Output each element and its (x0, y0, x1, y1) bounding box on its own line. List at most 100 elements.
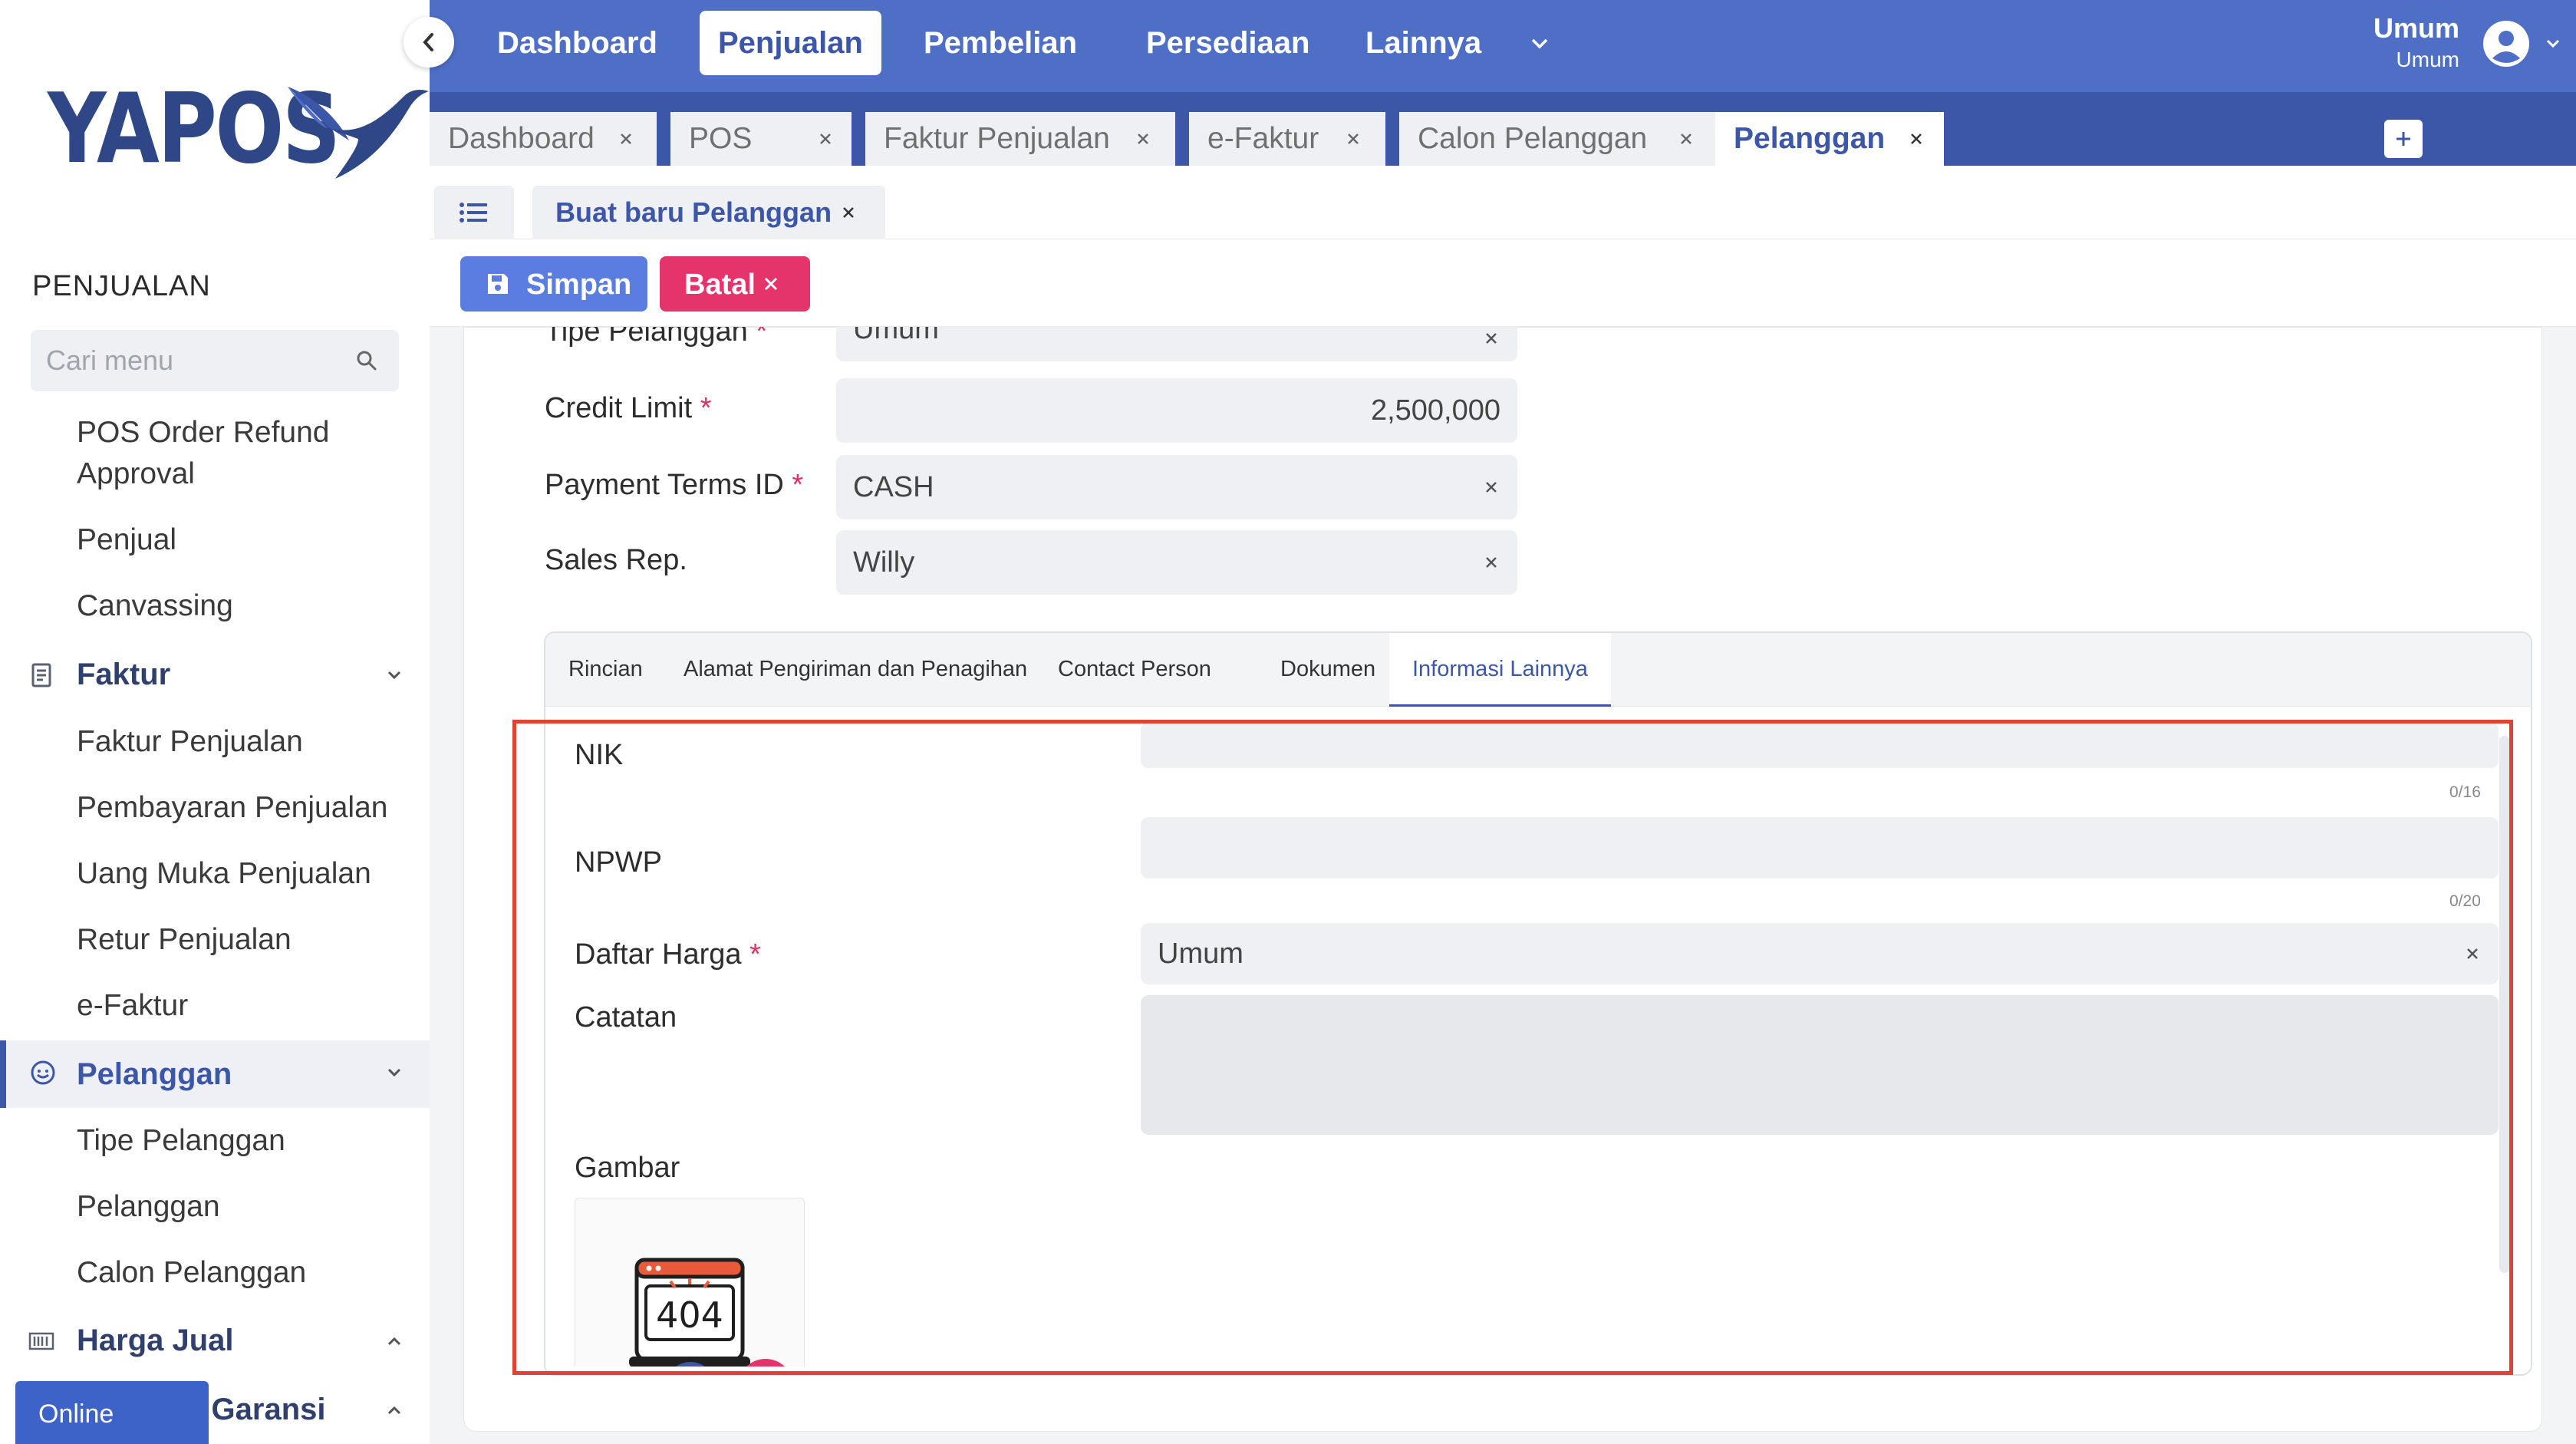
cancel-button[interactable]: Batal (660, 256, 810, 312)
sales-rep-value: Willy (853, 546, 915, 579)
nav-persediaan[interactable]: Persediaan (1128, 11, 1328, 75)
sidebar-collapse-button[interactable] (404, 17, 454, 68)
user-role: Umum (2396, 48, 2459, 71)
sidebar-item-calon-pelanggan[interactable]: Calon Pelanggan (77, 1252, 414, 1294)
close-icon[interactable] (1907, 130, 1925, 148)
nik-input[interactable] (1141, 722, 2499, 768)
tab-rincian[interactable]: Rincian (545, 633, 666, 707)
sidebar-item-e-faktur[interactable]: e-Faktur (77, 985, 414, 1027)
nav-pembelian[interactable]: Pembelian (905, 11, 1095, 75)
tab-dokumen[interactable]: Dokumen (1257, 633, 1398, 707)
payment-terms-value: CASH (853, 471, 934, 503)
tab-faktur-penjualan[interactable]: Faktur Penjualan (865, 112, 1175, 166)
sidebar-item-faktur-penjualan[interactable]: Faktur Penjualan (77, 721, 414, 763)
tab-buat-baru-pelanggan[interactable]: Buat baru Pelanggan (532, 186, 885, 239)
sidebar-group-label: Harga Jual (77, 1323, 234, 1357)
catatan-label: Catatan (575, 1001, 677, 1034)
nav-dashboard[interactable]: Dashboard (479, 11, 676, 75)
tab-contact-person[interactable]: Contact Person (1035, 633, 1234, 707)
credit-limit-label: Credit Limit * (545, 392, 712, 424)
detail-tabs-bar: Rincian Alamat Pengiriman dan Penagihan … (545, 633, 2531, 707)
nik-label: NIK (575, 739, 624, 771)
clear-icon[interactable] (2463, 945, 2482, 963)
tab-e-faktur[interactable]: e-Faktur (1189, 112, 1385, 166)
tab-label: Dashboard (448, 122, 595, 155)
sidebar-item-pelanggan[interactable]: Pelanggan (77, 1186, 414, 1228)
credit-limit-input[interactable]: 2,500,000 (836, 378, 1517, 443)
tipe-pelanggan-select[interactable]: Umum (836, 327, 1517, 361)
sidebar-group-faktur[interactable]: Faktur (0, 643, 430, 706)
clear-icon[interactable] (1482, 329, 1500, 348)
form-content: Tipe Pelanggan * Umum Credit Limit * 2,5… (430, 327, 2576, 1444)
tab-dashboard[interactable]: Dashboard (430, 112, 657, 166)
sidebar-group-pelanggan[interactable]: Pelanggan (0, 1040, 430, 1108)
sidebar-group-harga-jual[interactable]: Harga Jual (0, 1309, 430, 1372)
tab-alamat-pengiriman[interactable]: Alamat Pengiriman dan Penagihan (660, 633, 1050, 707)
tab-label: Calon Pelanggan (1418, 122, 1648, 155)
sidebar-item-tipe-pelanggan[interactable]: Tipe Pelanggan (77, 1120, 414, 1162)
search-icon[interactable] (354, 348, 379, 373)
npwp-label: NPWP (575, 846, 662, 879)
user-menu[interactable]: Umum Umum (2346, 0, 2576, 92)
receipt-icon (31, 663, 51, 687)
sidebar-item-canvassing[interactable]: Canvassing (77, 585, 414, 627)
image-upload[interactable]: 404 (575, 1198, 805, 1367)
clear-icon[interactable] (1482, 478, 1500, 496)
payment-terms-label: Payment Terms ID * (545, 469, 804, 501)
document-tabs: Dashboard POS Faktur Penjualan e-Faktur … (430, 92, 2576, 166)
list-view-button[interactable] (434, 186, 514, 239)
detail-tabs-container: Rincian Alamat Pengiriman dan Penagihan … (544, 631, 2532, 1376)
nav-lainnya[interactable]: Lainnya (1347, 11, 1500, 75)
barcode-icon (28, 1332, 54, 1350)
sales-rep-select[interactable]: Willy (836, 530, 1517, 595)
clear-icon[interactable] (1482, 553, 1500, 572)
chevron-down-icon (387, 1068, 401, 1077)
image-not-found-icon: 404 (629, 1258, 785, 1367)
sales-rep-label: Sales Rep. (545, 544, 687, 576)
sidebar-item-retur-penjualan[interactable]: Retur Penjualan (77, 919, 414, 961)
close-icon (764, 277, 778, 291)
cancel-label: Batal (684, 269, 756, 301)
catatan-textarea[interactable] (1141, 995, 2499, 1135)
close-icon[interactable] (1134, 130, 1152, 148)
save-label: Simpan (526, 269, 632, 301)
section-title: PENJUALAN (32, 270, 211, 302)
close-icon[interactable] (617, 130, 635, 148)
tab-label: e-Faktur (1207, 122, 1319, 155)
sidebar-item-pos-order-refund-approval[interactable]: POS Order Refund Approval (77, 412, 414, 495)
app-logo[interactable]: YAPOS (48, 81, 429, 179)
chevron-up-icon (387, 1337, 401, 1346)
payment-terms-select[interactable]: CASH (836, 455, 1517, 519)
npwp-input[interactable] (1141, 817, 2499, 879)
close-icon[interactable] (839, 203, 858, 222)
daftar-harga-label: Daftar Harga * (575, 938, 761, 971)
tab-pelanggan[interactable]: Pelanggan (1715, 112, 1944, 166)
online-status-badge[interactable]: Online (15, 1381, 209, 1444)
tab-calon-pelanggan[interactable]: Calon Pelanggan (1399, 112, 1717, 166)
daftar-harga-select[interactable]: Umum (1141, 923, 2499, 984)
close-icon[interactable] (1344, 130, 1362, 148)
sidebar-item-penjual[interactable]: Penjual (77, 519, 414, 561)
customer-form-card: Tipe Pelanggan * Umum Credit Limit * 2,5… (463, 327, 2542, 1432)
chevron-down-icon[interactable] (1527, 31, 1553, 57)
tab-pos[interactable]: POS (670, 112, 852, 166)
tab-informasi-lainnya[interactable]: Informasi Lainnya (1389, 633, 1611, 707)
panel-scrollbar[interactable] (2499, 736, 2510, 1273)
not-found-text: 404 (656, 1294, 723, 1336)
credit-limit-value: 2,500,000 (1370, 394, 1500, 427)
sidebar-item-pembayaran-penjualan[interactable]: Pembayaran Penjualan (77, 787, 414, 829)
menu-search-input[interactable] (31, 330, 399, 391)
close-icon[interactable] (816, 130, 835, 148)
npwp-counter: 0/20 (2449, 892, 2481, 910)
tipe-pelanggan-value: Umum (853, 327, 939, 345)
close-icon[interactable] (1677, 130, 1695, 148)
save-button[interactable]: Simpan (460, 256, 647, 312)
form-toolbar: Simpan Batal (430, 239, 2576, 327)
gambar-label: Gambar (575, 1152, 680, 1184)
nav-penjualan[interactable]: Penjualan (700, 11, 881, 75)
daftar-harga-value: Umum (1158, 938, 1244, 970)
floppy-disk-icon (488, 274, 508, 294)
sidebar-item-uang-muka-penjualan[interactable]: Uang Muka Penjualan (77, 853, 414, 895)
sidebar: YAPOS PENJUALAN POS Order Refund Approva… (0, 0, 430, 1444)
add-tab-button[interactable] (2384, 120, 2423, 158)
